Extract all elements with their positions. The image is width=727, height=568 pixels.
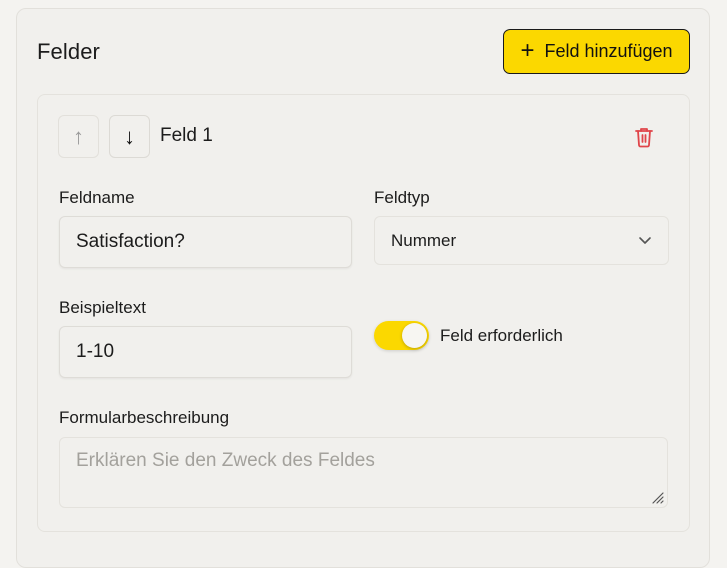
arrow-down-icon: ↓ [124,123,135,149]
add-field-button[interactable]: + Feld hinzufügen [503,29,690,74]
example-text-input[interactable]: 1-10 [59,326,352,378]
field-name-input[interactable]: Satisfaction? [59,216,352,268]
field-card: ↑ ↓ Feld 1 Feldname Satisfaction? Feldty… [37,94,690,532]
chevron-down-icon [639,237,651,244]
example-text-value: 1-10 [76,341,115,362]
field-type-select[interactable]: Nummer [374,216,669,265]
required-toggle-label: Feld erforderlich [440,326,563,345]
description-placeholder: Erklären Sie den Zweck des Feldes [76,450,375,471]
move-down-button[interactable]: ↓ [109,115,150,158]
toggle-knob [402,323,427,348]
description-label: Formularbeschreibung [59,408,230,427]
move-up-button[interactable]: ↑ [58,115,99,158]
field-type-value: Nummer [391,230,457,250]
plus-icon: + [520,36,535,64]
resize-handle-icon[interactable] [649,489,665,505]
field-name-label: Feldname [59,188,135,207]
required-toggle[interactable] [374,321,429,350]
fields-section: Felder + Feld hinzufügen ↑ ↓ Feld 1 Feld… [16,8,710,568]
field-title: Feld 1 [160,125,213,146]
trash-icon[interactable] [634,126,654,148]
add-field-button-label: Feld hinzufügen [544,41,673,61]
field-name-value: Satisfaction? [76,231,185,252]
arrow-up-icon: ↑ [73,123,84,149]
section-title: Felder [37,39,100,64]
example-text-label: Beispieltext [59,298,146,317]
field-type-label: Feldtyp [374,188,430,207]
description-textarea[interactable]: Erklären Sie den Zweck des Feldes [59,437,668,508]
